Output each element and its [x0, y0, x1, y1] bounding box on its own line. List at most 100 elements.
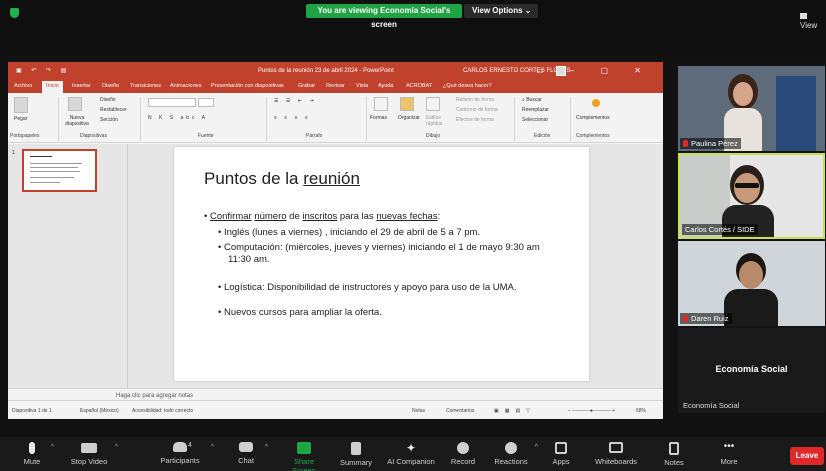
chevron-up-icon[interactable]: ^ [265, 444, 268, 451]
participant-tile-paulina[interactable]: Paulina Pérez [678, 66, 825, 151]
share-screen-label: Share Screen [292, 457, 316, 471]
menu-diseno[interactable]: Diseño [102, 83, 119, 89]
language[interactable]: Español (México) [80, 408, 119, 414]
list-buttons[interactable]: ☰ ☰ ⇤ ⇥ [274, 98, 317, 104]
seccion-button[interactable]: Sección [100, 117, 118, 123]
buscar-button[interactable]: ⌕ Buscar [522, 97, 542, 103]
mute-button[interactable]: Mute ^ [20, 442, 54, 466]
zoom-slider[interactable]: – ─────●───── + [568, 408, 615, 414]
formas-button[interactable]: Formas [370, 115, 387, 121]
participant-name: Carlos Cortés / SIDE [682, 224, 758, 235]
chevron-up-icon[interactable]: ^ [115, 444, 118, 451]
complementos-button[interactable]: Complementos [576, 115, 610, 121]
whiteboards-label: Whiteboards [594, 457, 638, 466]
restablecer-button[interactable]: Restablecer [100, 107, 127, 113]
slide-thumbnail[interactable] [22, 149, 97, 192]
summary-button[interactable]: Summary [338, 442, 374, 467]
quick-styles-icon[interactable] [426, 97, 440, 111]
menu-inicio[interactable]: Inicio [42, 81, 63, 93]
chat-button[interactable]: Chat ^ [234, 442, 268, 465]
participant-tile-economia[interactable]: Economía Social Economía Social [678, 328, 825, 413]
diseno-button[interactable]: Diseño [100, 97, 116, 103]
stop-video-label: Stop Video [70, 457, 108, 466]
addins-icon[interactable] [592, 99, 600, 107]
stop-video-button[interactable]: Stop Video ^ [70, 442, 118, 466]
whiteboards-button[interactable]: Whiteboards [592, 442, 640, 466]
menu-revisar[interactable]: Revisar [326, 83, 345, 89]
mic-muted-icon [683, 315, 688, 322]
chevron-up-icon[interactable]: ^ [211, 444, 214, 451]
slide-canvas[interactable]: Puntos de la reunión • Confirmar número … [174, 147, 589, 381]
participant-tile-daren[interactable]: Daren Ruiz [678, 241, 825, 326]
menu-ayuda[interactable]: Ayuda [378, 83, 394, 89]
chevron-up-icon[interactable]: ^ [51, 444, 54, 451]
summary-label: Summary [339, 458, 373, 467]
share-screen-button[interactable]: Share Screen [282, 442, 326, 471]
menu-acrobat[interactable]: ACROBAT [406, 83, 432, 89]
participant-name-text: Daren Ruiz [691, 314, 729, 323]
apps-button[interactable]: Apps [550, 442, 572, 466]
portapapeles-group: Portapapeles [10, 133, 40, 139]
bullet-1-word: : [437, 211, 441, 222]
mute-label: Mute [23, 457, 41, 466]
view-button[interactable]: View [800, 12, 826, 30]
participants-button[interactable]: Participants 4 ^ [156, 442, 214, 465]
menu-archivo[interactable]: Archivo [14, 83, 32, 89]
record-button[interactable]: Record [450, 442, 476, 466]
accessibility-status[interactable]: Accesibilidad: todo correcto [132, 408, 193, 414]
new-slide-icon[interactable] [68, 97, 82, 111]
ppt-menu-bar: Archivo Inicio Insertar Diseño Transicio… [8, 80, 663, 93]
apps-label: Apps [552, 457, 570, 466]
notes-button[interactable]: Notes [662, 442, 686, 467]
reemplazar-button[interactable]: Reemplazar [522, 107, 549, 113]
slide-title-text: Puntos de la [204, 169, 304, 188]
bullet-1: • Confirmar número de inscritos para las… [204, 211, 441, 222]
relleno-button[interactable]: Relleno de forma [456, 97, 494, 103]
participant-tile-carlos[interactable]: Carlos Cortés / SIDE [678, 153, 825, 239]
apps-icon [555, 442, 567, 454]
menu-vista[interactable]: Vista [356, 83, 368, 89]
menu-presentacion[interactable]: Presentación con diapositivas [211, 83, 284, 89]
view-options-label: View Options [472, 6, 523, 15]
zoom-level[interactable]: 68% [636, 408, 646, 414]
menu-transiciones[interactable]: Transiciones [130, 83, 161, 89]
contorno-button[interactable]: Contorno de forma [456, 107, 498, 113]
dibujo-group: Dibujo [426, 133, 441, 139]
leave-button[interactable]: Leave [790, 447, 824, 465]
menu-animaciones[interactable]: Animaciones [170, 83, 202, 89]
security-shield-icon[interactable] [10, 8, 19, 18]
notas-button[interactable]: Notas [412, 408, 425, 414]
arrange-icon[interactable] [400, 97, 414, 111]
seleccionar-button[interactable]: Seleccionar [522, 117, 548, 123]
ai-companion-button[interactable]: ✦ AI Companion [386, 442, 436, 466]
participant-name: Paulina Pérez [680, 138, 741, 149]
menu-search[interactable]: ¿Qué desea hacer? [443, 83, 492, 89]
paste-icon[interactable] [14, 97, 28, 113]
estilos-rapidos-button[interactable]: Estilos rápidos [426, 115, 446, 127]
font-size-box[interactable] [198, 98, 214, 107]
notes-label: Notes [664, 458, 684, 467]
sub-bullet-computacion: • Computación: (miércoles, jueves y vier… [218, 242, 540, 253]
more-button[interactable]: ••• More [716, 442, 742, 467]
shapes-icon[interactable] [374, 97, 388, 111]
viewing-screen-banner: You are viewing Economía Social's screen [306, 4, 462, 29]
reactions-button[interactable]: Reactions ^ [494, 442, 538, 466]
efectos-button[interactable]: Efectos de forma [456, 117, 494, 123]
sub-bullet-text: Logística: Disponibilidad de instructore… [223, 282, 517, 293]
font-format-buttons[interactable]: N K S abc A [148, 115, 208, 121]
view-mode-buttons[interactable]: ▣▦▤▽ [494, 408, 536, 414]
quick-access-toolbar[interactable]: ▣ ↶ ↷ ▤ [16, 67, 70, 74]
window-controls[interactable]: ▭ – ▢ ✕ [536, 66, 653, 75]
view-options-button[interactable]: View Options ⌄ [464, 4, 538, 18]
font-name-box[interactable] [148, 98, 196, 107]
menu-grabar[interactable]: Grabar [298, 83, 315, 89]
pegar-label: Pegar [14, 116, 28, 122]
menu-insertar[interactable]: Insertar [72, 83, 91, 89]
ribbon-separator [58, 97, 59, 141]
chevron-up-icon[interactable]: ^ [535, 444, 538, 451]
slide-thumbnail-pane: 1 [8, 144, 128, 399]
comentarios-button[interactable]: Comentarios [446, 408, 474, 414]
organizar-button[interactable]: Organizar [398, 115, 420, 121]
reactions-icon [505, 442, 517, 454]
align-buttons[interactable]: ≡ ≡ ≡ ≡ [274, 115, 311, 121]
